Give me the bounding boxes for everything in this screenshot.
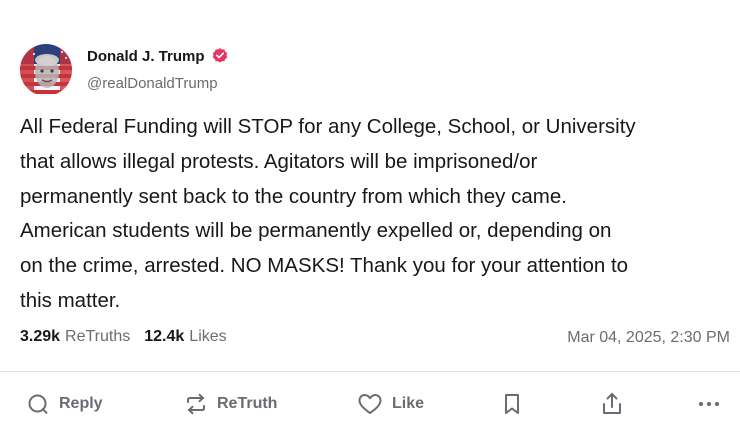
post-card: Donald J. Trump @realDonaldTrump All Fed…: [0, 0, 740, 427]
retruth-button[interactable]: ReTruth: [184, 388, 277, 420]
share-icon: [603, 393, 621, 414]
bookmark-button[interactable]: [502, 388, 522, 420]
likes-stat[interactable]: 12.4k Likes: [144, 328, 226, 346]
retruth-icon: [187, 393, 205, 415]
action-bar: Reply ReTruth Like: [0, 388, 740, 420]
reply-button[interactable]: Reply: [26, 388, 103, 420]
avatar[interactable]: [20, 44, 72, 96]
retruths-label: ReTruths: [65, 328, 131, 345]
retruths-stat[interactable]: 3.29k ReTruths: [20, 328, 130, 346]
post-body-line: this matter.: [20, 288, 121, 312]
post-body-line: American students will be permanently ex…: [20, 219, 612, 243]
post-stats: 3.29k ReTruths 12.4k Likes: [20, 328, 241, 346]
post-body-line: that allows illegal protests. Agitators …: [20, 149, 538, 173]
reply-icon: [28, 394, 48, 414]
post-timestamp[interactable]: Mar 04, 2025, 2:30 PM: [567, 329, 730, 347]
more-button[interactable]: [696, 388, 722, 420]
more-icon: [698, 401, 720, 407]
likes-count: 12.4k: [144, 328, 185, 345]
reply-label: Reply: [59, 395, 103, 412]
post-body-line: on the crime, arrested. NO MASKS! Thank …: [20, 254, 629, 278]
author-handle[interactable]: @realDonaldTrump: [87, 75, 218, 92]
bookmark-icon: [505, 394, 519, 414]
like-label: Like: [392, 395, 425, 412]
share-button[interactable]: [600, 388, 624, 420]
likes-label: Likes: [189, 328, 227, 345]
heart-icon: [358, 394, 382, 414]
author-name-row[interactable]: Donald J. Trump: [87, 47, 229, 65]
post-body-line: All Federal Funding will STOP for any Co…: [20, 115, 636, 138]
avatar-image: [20, 44, 72, 96]
post-body: All Federal Funding will STOP for any Co…: [20, 110, 732, 319]
verified-badge-icon: [212, 48, 227, 63]
retruths-count: 3.29k: [20, 328, 61, 345]
post-body-line: permanently sent back to the country fro…: [20, 184, 567, 208]
divider: [0, 371, 740, 372]
author-display-name[interactable]: Donald J. Trump: [87, 48, 205, 65]
retruth-label: ReTruth: [217, 395, 278, 412]
like-button[interactable]: Like: [357, 388, 424, 420]
